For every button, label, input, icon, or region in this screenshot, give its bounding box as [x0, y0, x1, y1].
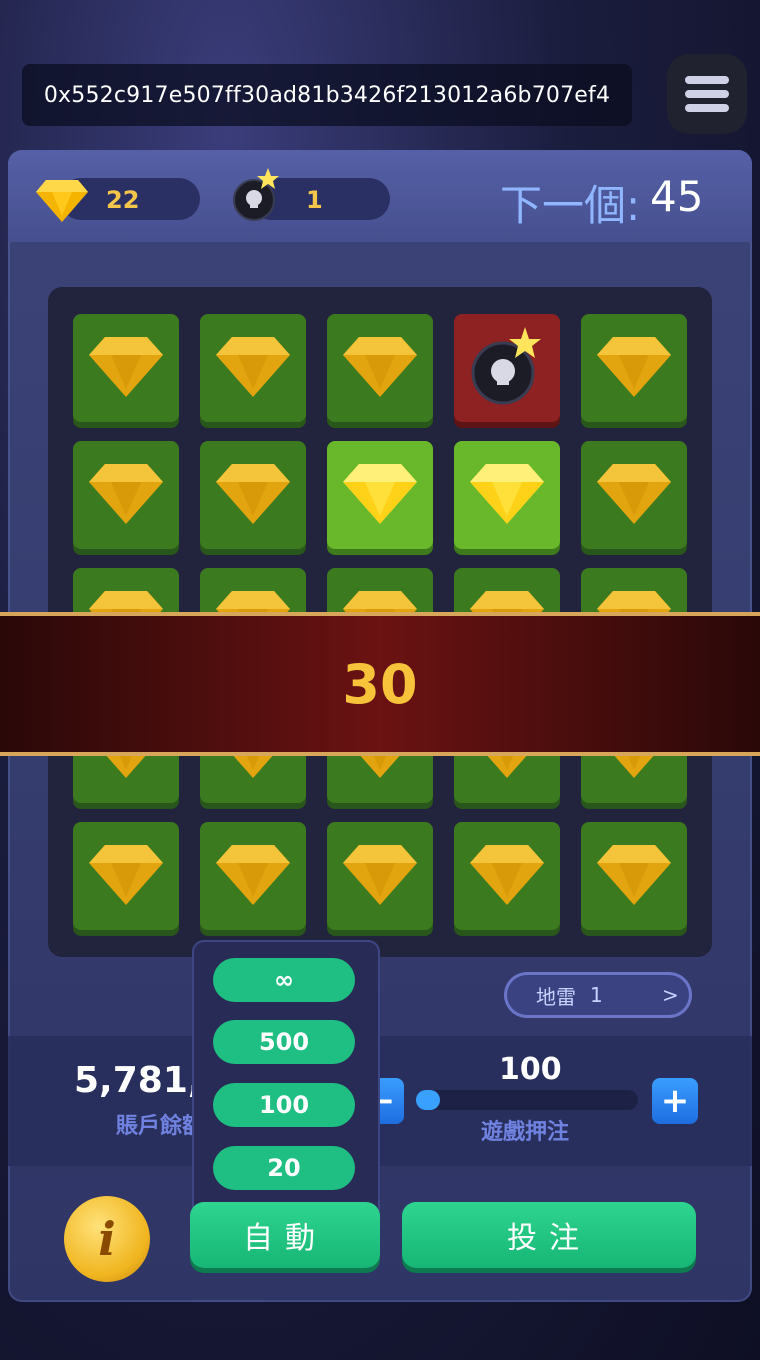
bet-slider[interactable] — [416, 1090, 638, 1110]
gem-icon — [468, 841, 546, 911]
board-tile[interactable] — [73, 441, 179, 549]
gem-icon — [214, 841, 292, 911]
board-tile[interactable] — [454, 314, 560, 422]
info-icon: i — [98, 1212, 116, 1266]
menu-icon-line — [685, 104, 729, 112]
gem-icon — [341, 841, 419, 911]
gem-icon — [87, 460, 165, 530]
info-button[interactable]: i — [64, 1196, 150, 1282]
board-tile[interactable] — [581, 822, 687, 930]
gem-icon — [214, 460, 292, 530]
bet-button[interactable]: 投注 — [402, 1202, 696, 1268]
mines-label: 地雷 — [536, 984, 576, 1009]
board-tile[interactable] — [454, 441, 560, 549]
mines-selector[interactable]: 地雷 1 > — [504, 972, 692, 1018]
menu-icon-line — [685, 90, 729, 98]
board-tile[interactable] — [200, 441, 306, 549]
next-multiplier-label: 下一個: — [500, 181, 641, 230]
gem-icon — [87, 841, 165, 911]
mines-value: 1 — [590, 983, 603, 1007]
auto-option-100[interactable]: 100 — [213, 1083, 355, 1127]
board-tile[interactable] — [581, 441, 687, 549]
auto-option-infinite[interactable]: ∞ — [213, 958, 355, 1002]
menu-button[interactable] — [667, 54, 747, 134]
bet-label: 遊戲押注 — [481, 1120, 570, 1145]
win-banner: 30 — [0, 612, 760, 756]
bomb-icon — [467, 323, 547, 413]
board-tile[interactable] — [454, 822, 560, 930]
increase-bet-button[interactable]: + — [652, 1078, 698, 1124]
next-multiplier-value: 45 — [650, 172, 704, 221]
gem-icon — [36, 180, 88, 222]
menu-icon — [685, 76, 729, 84]
board-tile[interactable] — [200, 314, 306, 422]
auto-button[interactable]: 自動 — [190, 1202, 380, 1268]
wallet-address: 0x552c917e507ff30ad81b3426f213012a6b707e… — [22, 64, 632, 126]
gem-icon — [595, 841, 673, 911]
bet-value: 100 — [499, 1052, 562, 1087]
win-amount: 30 — [342, 652, 418, 716]
bet-slider-fill — [416, 1090, 440, 1110]
chevron-right-icon: > — [662, 983, 679, 1007]
gem-icon — [341, 460, 419, 530]
gem-icon — [341, 333, 419, 403]
gem-icon — [468, 460, 546, 530]
board-tile[interactable] — [327, 314, 433, 422]
balance-label: 賬戶餘額 — [116, 1114, 205, 1139]
auto-option-500[interactable]: 500 — [213, 1020, 355, 1064]
gem-icon — [214, 333, 292, 403]
board-tile[interactable] — [200, 822, 306, 930]
bomb-count: 1 — [306, 186, 323, 214]
bomb-icon — [233, 168, 279, 221]
gem-icon — [595, 460, 673, 530]
board-tile[interactable] — [73, 314, 179, 422]
board-tile[interactable] — [327, 441, 433, 549]
gem-icon — [595, 333, 673, 403]
board-tile[interactable] — [327, 822, 433, 930]
board-tile[interactable] — [73, 822, 179, 930]
auto-option-20[interactable]: 20 — [213, 1146, 355, 1190]
board-tile[interactable] — [581, 314, 687, 422]
gem-count: 22 — [106, 186, 140, 214]
gem-icon — [87, 333, 165, 403]
